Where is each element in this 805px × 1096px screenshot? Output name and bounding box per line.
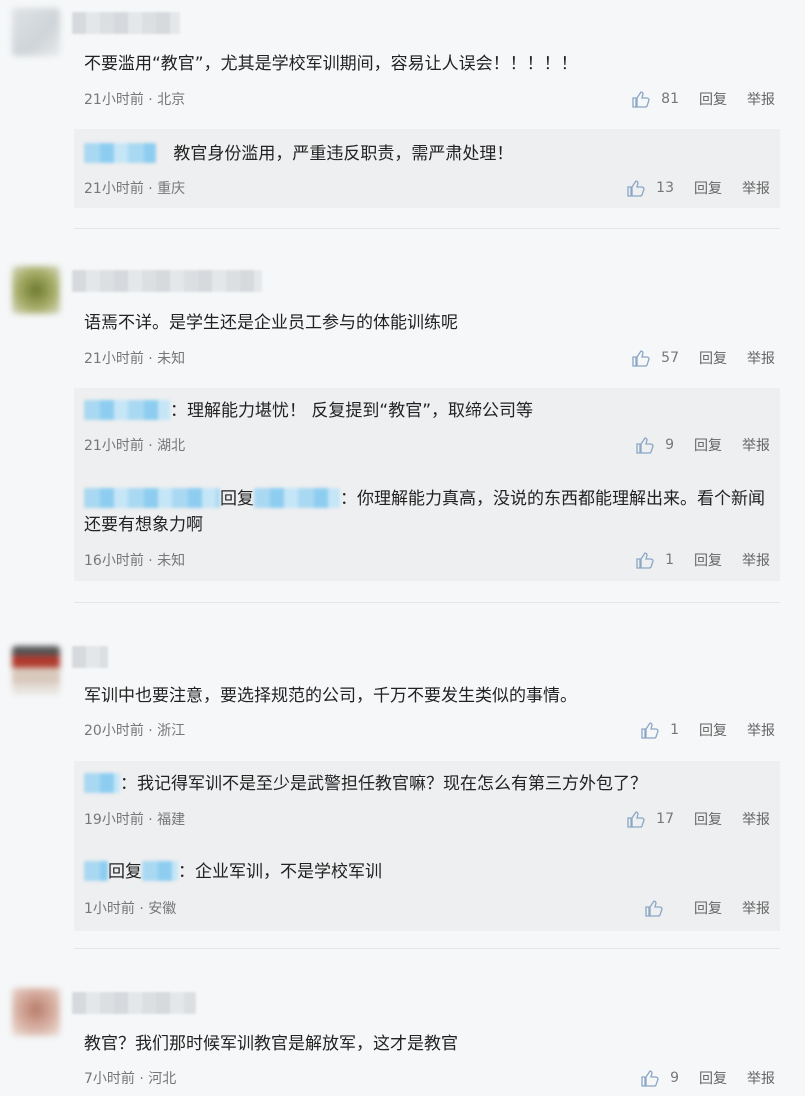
comment-meta: 21小时前 · 北京 81 回复 举报 xyxy=(84,89,775,109)
like-button[interactable]: 57 xyxy=(631,348,679,368)
reply-time: 21小时前 · 湖北 xyxy=(84,438,186,454)
reply-button[interactable]: 回复 xyxy=(699,348,727,368)
reply-item: 教官身份滥用，严重违反职责，需严肃处理！ xyxy=(84,141,770,167)
reply-list: ：理解能力堪忧！ 反复提到“教官”，取缔公司等 21小时前 · 湖北 9 回复 … xyxy=(74,388,780,581)
reply-button[interactable]: 回复 xyxy=(699,720,727,740)
like-count: 9 xyxy=(665,437,674,453)
report-button[interactable]: 举报 xyxy=(747,89,775,109)
reply-list: 教官身份滥用，严重违反职责，需严肃处理！ 21小时前 · 重庆 13 回复 举报 xyxy=(74,129,780,208)
report-button[interactable]: 举报 xyxy=(742,898,770,918)
comment-text: 军训中也要注意，要选择规范的公司，千万不要发生类似的事情。 xyxy=(84,686,577,706)
reply-item: ：理解能力堪忧！ 反复提到“教官”，取缔公司等 xyxy=(84,398,770,424)
reply-meta: 21小时前 · 湖北 9 回复 举报 xyxy=(84,435,770,455)
reply-username[interactable] xyxy=(84,400,170,420)
divider xyxy=(74,602,780,603)
username[interactable] xyxy=(72,646,108,668)
reply-word: 回复 xyxy=(220,489,254,509)
like-button[interactable]: 13 xyxy=(626,178,674,198)
like-count: 13 xyxy=(656,180,674,196)
avatar[interactable] xyxy=(12,266,60,314)
divider xyxy=(74,948,780,949)
reply-text: 教官身份滥用，严重违反职责，需严肃处理！ xyxy=(173,144,514,164)
like-button[interactable]: 1 xyxy=(635,550,674,570)
reply-button[interactable]: 回复 xyxy=(694,178,722,198)
comment-time: 7小时前 · 河北 xyxy=(84,1071,177,1087)
reply-text: ：我记得军训不是至少是武警担任教官嘛？现在怎么有第三方外包了？ xyxy=(120,774,647,794)
reply-meta: 16小时前 · 未知 1 回复 举报 xyxy=(84,550,770,570)
like-count: 1 xyxy=(665,552,674,568)
reply-meta: 19小时前 · 福建 17 回复 举报 xyxy=(84,809,770,829)
report-button[interactable]: 举报 xyxy=(747,1068,775,1088)
report-button[interactable]: 举报 xyxy=(742,809,770,829)
report-button[interactable]: 举报 xyxy=(742,435,770,455)
comment-meta: 20小时前 · 浙江 1 回复 举报 xyxy=(84,720,775,740)
report-button[interactable]: 举报 xyxy=(747,348,775,368)
reply-target-username[interactable] xyxy=(254,488,340,508)
divider xyxy=(74,228,780,229)
reply-time: 19小时前 · 福建 xyxy=(84,812,186,828)
reply-button[interactable]: 回复 xyxy=(694,435,722,455)
reply-button[interactable]: 回复 xyxy=(699,1068,727,1088)
like-count: 1 xyxy=(670,722,679,738)
avatar[interactable] xyxy=(12,646,60,694)
reply-username[interactable] xyxy=(84,861,108,881)
reply-username[interactable] xyxy=(84,143,156,163)
report-button[interactable]: 举报 xyxy=(742,178,770,198)
thumbs-up-icon xyxy=(632,91,650,108)
thumbs-up-icon xyxy=(627,180,645,197)
reply-time: 21小时前 · 重庆 xyxy=(84,181,186,197)
comment-time: 21小时前 · 北京 xyxy=(84,92,186,108)
reply-username[interactable] xyxy=(84,488,220,508)
like-count: 57 xyxy=(661,350,679,366)
reply-button[interactable]: 回复 xyxy=(694,809,722,829)
reply-text: ：企业军训，不是学校军训 xyxy=(178,862,382,882)
reply-button[interactable]: 回复 xyxy=(694,550,722,570)
reply-target-username[interactable] xyxy=(142,861,178,881)
reply-item: ：我记得军训不是至少是武警担任教官嘛？现在怎么有第三方外包了？ xyxy=(84,771,770,797)
report-button[interactable]: 举报 xyxy=(747,720,775,740)
reply-item: 回复 ：你理解能力真高，没说的东西都能理解出来。看个新闻还要有想象力啊 xyxy=(84,486,770,538)
like-button[interactable]: 9 xyxy=(635,435,674,455)
comment-time: 21小时前 · 未知 xyxy=(84,351,186,367)
comment-time: 20小时前 · 浙江 xyxy=(84,723,186,739)
thumbs-up-icon xyxy=(627,811,645,828)
thumbs-up-icon xyxy=(636,552,654,569)
like-button[interactable]: 17 xyxy=(626,809,674,829)
thumbs-up-icon xyxy=(632,350,650,367)
comment-text: 语焉不详。是学生还是企业员工参与的体能训练呢 xyxy=(84,313,458,333)
like-count: 81 xyxy=(661,91,679,107)
reply-text: ：理解能力堪忧！ 反复提到“教官”，取缔公司等 xyxy=(170,401,534,421)
comment-text: 不要滥用“教官”，尤其是学校军训期间，容易让人误会！！！！！ xyxy=(84,54,578,74)
avatar[interactable] xyxy=(12,988,60,1036)
thumbs-up-icon xyxy=(641,1070,659,1087)
avatar[interactable] xyxy=(12,8,60,56)
reply-button[interactable]: 回复 xyxy=(699,89,727,109)
reply-meta: 1小时前 · 安徽 回复 举报 xyxy=(84,898,770,918)
reply-time: 1小时前 · 安徽 xyxy=(84,901,177,917)
like-count: 9 xyxy=(670,1070,679,1086)
like-count: 17 xyxy=(656,811,674,827)
username[interactable] xyxy=(72,270,262,292)
reply-list: ：我记得军训不是至少是武警担任教官嘛？现在怎么有第三方外包了？ 19小时前 · … xyxy=(74,761,780,931)
reply-item: 回复 ：企业军训，不是学校军训 xyxy=(84,859,770,885)
username[interactable] xyxy=(72,12,180,34)
reply-username[interactable] xyxy=(84,773,120,793)
like-button[interactable] xyxy=(644,898,674,918)
comment-text: 教官？我们那时候军训教官是解放军，这才是教官 xyxy=(84,1034,458,1054)
comment-meta: 7小时前 · 河北 9 回复 举报 xyxy=(84,1068,775,1088)
like-button[interactable]: 81 xyxy=(631,89,679,109)
reply-time: 16小时前 · 未知 xyxy=(84,553,186,569)
reply-word: 回复 xyxy=(108,862,142,882)
thumbs-up-icon xyxy=(641,722,659,739)
reply-button[interactable]: 回复 xyxy=(694,898,722,918)
report-button[interactable]: 举报 xyxy=(742,550,770,570)
username[interactable] xyxy=(72,992,196,1014)
reply-meta: 21小时前 · 重庆 13 回复 举报 xyxy=(84,178,770,198)
like-button[interactable]: 9 xyxy=(640,1068,679,1088)
comment-meta: 21小时前 · 未知 57 回复 举报 xyxy=(84,348,775,368)
thumbs-up-icon xyxy=(645,900,663,917)
like-button[interactable]: 1 xyxy=(640,720,679,740)
thumbs-up-icon xyxy=(636,437,654,454)
